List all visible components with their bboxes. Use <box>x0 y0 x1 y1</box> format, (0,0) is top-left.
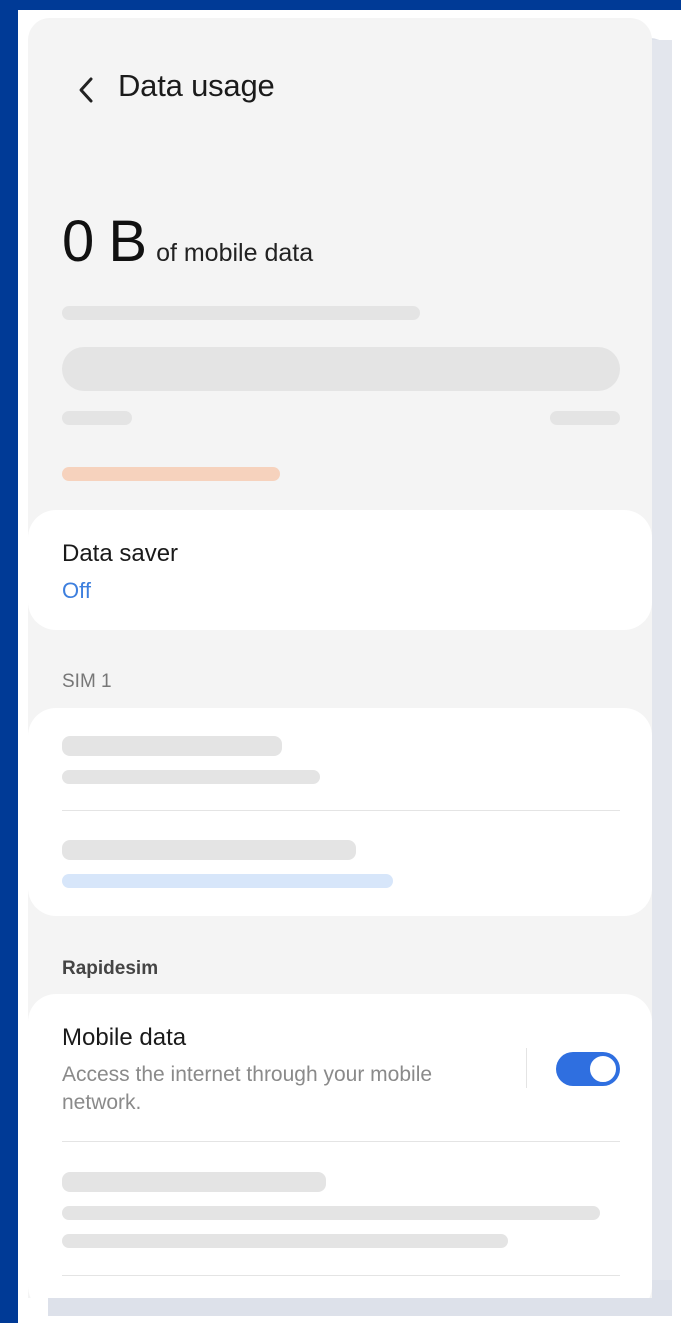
divider <box>62 1141 620 1142</box>
page-title: Data usage <box>118 68 275 103</box>
section-label-carrier: Rapidesim <box>62 958 159 979</box>
app-bar: Data usage <box>28 18 652 158</box>
usage-value: 0 B <box>62 209 147 274</box>
skeleton-line <box>62 306 420 320</box>
data-saver-status: Off <box>62 578 91 603</box>
skeleton-line <box>550 411 620 425</box>
mobile-data-toggle[interactable] <box>556 1052 620 1086</box>
back-button[interactable] <box>66 70 106 110</box>
chevron-left-icon <box>79 77 93 103</box>
warning-bar-placeholder <box>62 467 280 481</box>
skeleton-line <box>62 1206 600 1220</box>
skeleton-line <box>62 770 320 784</box>
usage-suffix: of mobile data <box>156 239 314 267</box>
section-label-sim: SIM 1 <box>62 671 112 692</box>
divider <box>62 1275 620 1276</box>
skeleton-line <box>62 840 356 860</box>
usage-summary: 0 B of mobile data <box>62 208 313 275</box>
mobile-data-title: Mobile data <box>62 1024 187 1051</box>
screen: Data usage 0 B of mobile data Data saver… <box>0 0 681 1323</box>
vertical-divider <box>526 1048 527 1088</box>
data-saver-card[interactable]: Data saver Off <box>28 510 652 630</box>
skeleton-line <box>62 736 282 756</box>
skeleton-line <box>62 1172 326 1192</box>
skeleton-line <box>62 411 132 425</box>
skeleton-line <box>62 1234 508 1248</box>
toggle-knob <box>588 1054 618 1084</box>
mobile-data-card: Mobile data Access the internet through … <box>28 994 652 1298</box>
sim-card <box>28 708 652 916</box>
mobile-data-description: Access the internet through your mobile … <box>62 1063 433 1114</box>
usage-bar-placeholder <box>62 347 620 391</box>
card-shadow-edge <box>652 40 672 1280</box>
skeleton-line <box>62 874 393 888</box>
divider <box>62 810 620 811</box>
data-saver-title: Data saver <box>62 540 179 567</box>
data-usage-screen: Data usage 0 B of mobile data Data saver… <box>28 18 652 1298</box>
